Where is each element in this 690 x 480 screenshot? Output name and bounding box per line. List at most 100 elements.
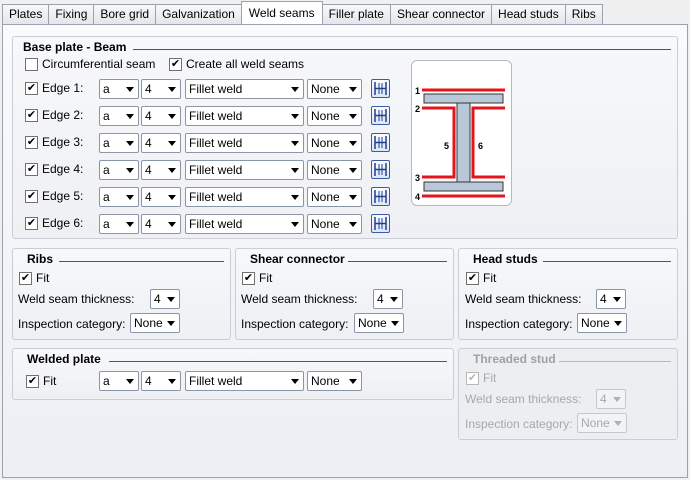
edge-4-thickness-select[interactable]: 4	[141, 160, 181, 180]
edge-1-option[interactable]: ✔ Edge 1:	[25, 81, 83, 95]
ribs-thickness-select[interactable]: 4	[150, 289, 180, 309]
shear-thickness-select[interactable]: 4	[373, 289, 403, 309]
tab-bore-grid[interactable]: Bore grid	[93, 4, 157, 24]
edge-4-checkbox[interactable]: ✔	[25, 162, 38, 176]
edge-5-option[interactable]: ✔ Edge 5:	[25, 189, 83, 203]
edge-1-type-select[interactable]: a	[99, 79, 139, 99]
welded-plate-thickness-select[interactable]: 4	[141, 371, 181, 391]
weld-symbol-icon	[374, 109, 387, 122]
welded-plate-type-select[interactable]: a	[99, 371, 139, 391]
tab-weld-seams[interactable]: Weld seams	[240, 1, 323, 24]
weld-symbol-icon	[374, 163, 387, 176]
ibeam-diagram-svg	[422, 88, 505, 198]
edge-2-weld-select[interactable]: Fillet weld	[185, 106, 304, 126]
tab-plates[interactable]: Plates	[2, 4, 50, 24]
tab-ribs[interactable]: Ribs	[564, 4, 603, 24]
ribs-fit-option[interactable]: ✔ Fit	[19, 271, 49, 285]
tab-head-studs[interactable]: Head studs	[491, 4, 566, 24]
edge-4-weld-select[interactable]: Fillet weld	[185, 160, 304, 180]
shear-fit-checkbox[interactable]: ✔	[242, 271, 255, 285]
head-studs-thickness-select[interactable]: 4	[596, 289, 626, 309]
edge-6-type-select[interactable]: a	[99, 214, 139, 234]
tab-galvanization[interactable]: Galvanization	[155, 4, 242, 24]
edge-2-type-select[interactable]: a	[99, 106, 139, 126]
edge-1-inspection-select[interactable]: None	[307, 79, 362, 99]
edge-5-type-select[interactable]: a	[99, 187, 139, 207]
edge-6-thickness-select[interactable]: 4	[141, 214, 181, 234]
edge-5-checkbox[interactable]: ✔	[25, 189, 38, 203]
group-divider	[133, 49, 671, 50]
ribs-fit-checkbox[interactable]: ✔	[19, 271, 32, 285]
edge-3-thickness-select[interactable]: 4	[141, 133, 181, 153]
welded-plate-inspection-select[interactable]: None	[307, 371, 362, 391]
threaded-stud-fit-option: ✔ Fit	[466, 371, 496, 385]
threaded-stud-thickness-select: 4	[596, 389, 626, 409]
threaded-stud-thickness-row: Weld seam thickness:	[465, 392, 582, 406]
circumferential-seam-checkbox[interactable]	[25, 57, 38, 71]
ribs-inspection-select[interactable]: None	[130, 313, 180, 333]
edge-marker-5: 5	[444, 141, 450, 151]
edge-4-option[interactable]: ✔ Edge 4:	[25, 162, 83, 176]
head-studs-thickness-row: Weld seam thickness:	[465, 292, 582, 306]
edge-2-weld-symbol-button[interactable]	[371, 106, 390, 125]
circumferential-seam-option[interactable]: Circumferential seam	[25, 57, 155, 71]
ribs-inspection-label: Inspection category:	[18, 317, 126, 331]
ribs-fit-label: Fit	[36, 271, 50, 285]
edge-1-weld-select[interactable]: Fillet weld	[185, 79, 304, 99]
edge-6-inspection-select[interactable]: None	[307, 214, 362, 234]
edge-5-thickness-select[interactable]: 4	[141, 187, 181, 207]
edge-5-weld-select[interactable]: Fillet weld	[185, 187, 304, 207]
edge-3-inspection-select[interactable]: None	[307, 133, 362, 153]
edge-6-weld-select[interactable]: Fillet weld	[185, 214, 304, 234]
head-studs-fit-checkbox[interactable]: ✔	[466, 271, 479, 285]
edge-6-label: Edge 6:	[42, 216, 84, 230]
shear-thickness-row: Weld seam thickness:	[241, 292, 358, 306]
edge-4-type-select[interactable]: a	[99, 160, 139, 180]
group-title: Base plate - Beam	[23, 40, 127, 54]
head-studs-inspection-row: Inspection category:	[465, 317, 572, 331]
edge-2-checkbox[interactable]: ✔	[25, 108, 38, 122]
create-all-weld-seams-option[interactable]: ✔ Create all weld seams	[169, 57, 304, 71]
ribs-inspection-row: Inspection category:	[18, 317, 125, 331]
group-divider	[543, 261, 671, 262]
create-all-weld-seams-checkbox[interactable]: ✔	[169, 57, 182, 71]
tab-fixing[interactable]: Fixing	[48, 4, 95, 24]
edge-5-label: Edge 5:	[42, 189, 84, 203]
head-studs-fit-option[interactable]: ✔ Fit	[466, 271, 496, 285]
welded-plate-fit-option[interactable]: ✔ Fit	[26, 374, 56, 388]
welded-plate-weld-select[interactable]: Fillet weld	[185, 371, 304, 391]
head-studs-fit-label: Fit	[483, 271, 497, 285]
edge-6-option[interactable]: ✔ Edge 6:	[25, 216, 83, 230]
edge-3-type-select[interactable]: a	[99, 133, 139, 153]
edge-2-label: Edge 2:	[42, 108, 84, 122]
threaded-stud-fit-label: Fit	[483, 371, 497, 385]
edge-5-inspection-select[interactable]: None	[307, 187, 362, 207]
edge-5-weld-symbol-button[interactable]	[371, 187, 390, 206]
weld-symbol-icon	[374, 190, 387, 203]
edge-1-thickness-select[interactable]: 4	[141, 79, 181, 99]
edge-4-inspection-select[interactable]: None	[307, 160, 362, 180]
edge-3-checkbox[interactable]: ✔	[25, 135, 38, 149]
edge-6-checkbox[interactable]: ✔	[25, 216, 38, 230]
tab-filler-plate[interactable]: Filler plate	[321, 4, 391, 24]
edge-1-weld-symbol-button[interactable]	[371, 79, 390, 98]
edge-6-weld-symbol-button[interactable]	[371, 214, 390, 233]
edge-2-option[interactable]: ✔ Edge 2:	[25, 108, 83, 122]
group-title: Threaded stud	[473, 352, 556, 366]
edge-1-checkbox[interactable]: ✔	[25, 81, 38, 95]
shear-fit-option[interactable]: ✔ Fit	[242, 271, 272, 285]
edge-3-option[interactable]: ✔ Edge 3:	[25, 135, 83, 149]
head-studs-inspection-label: Inspection category:	[465, 317, 573, 331]
welded-plate-fit-checkbox[interactable]: ✔	[26, 374, 39, 388]
edge-3-weld-select[interactable]: Fillet weld	[185, 133, 304, 153]
group-divider	[559, 361, 671, 362]
weld-symbol-icon	[374, 136, 387, 149]
tab-shear-connector[interactable]: Shear connector	[389, 4, 493, 24]
head-studs-inspection-select[interactable]: None	[577, 313, 627, 333]
edge-2-inspection-select[interactable]: None	[307, 106, 362, 126]
shear-inspection-row: Inspection category:	[241, 317, 348, 331]
edge-3-weld-symbol-button[interactable]	[371, 133, 390, 152]
shear-inspection-select[interactable]: None	[354, 313, 404, 333]
edge-2-thickness-select[interactable]: 4	[141, 106, 181, 126]
edge-4-weld-symbol-button[interactable]	[371, 160, 390, 179]
